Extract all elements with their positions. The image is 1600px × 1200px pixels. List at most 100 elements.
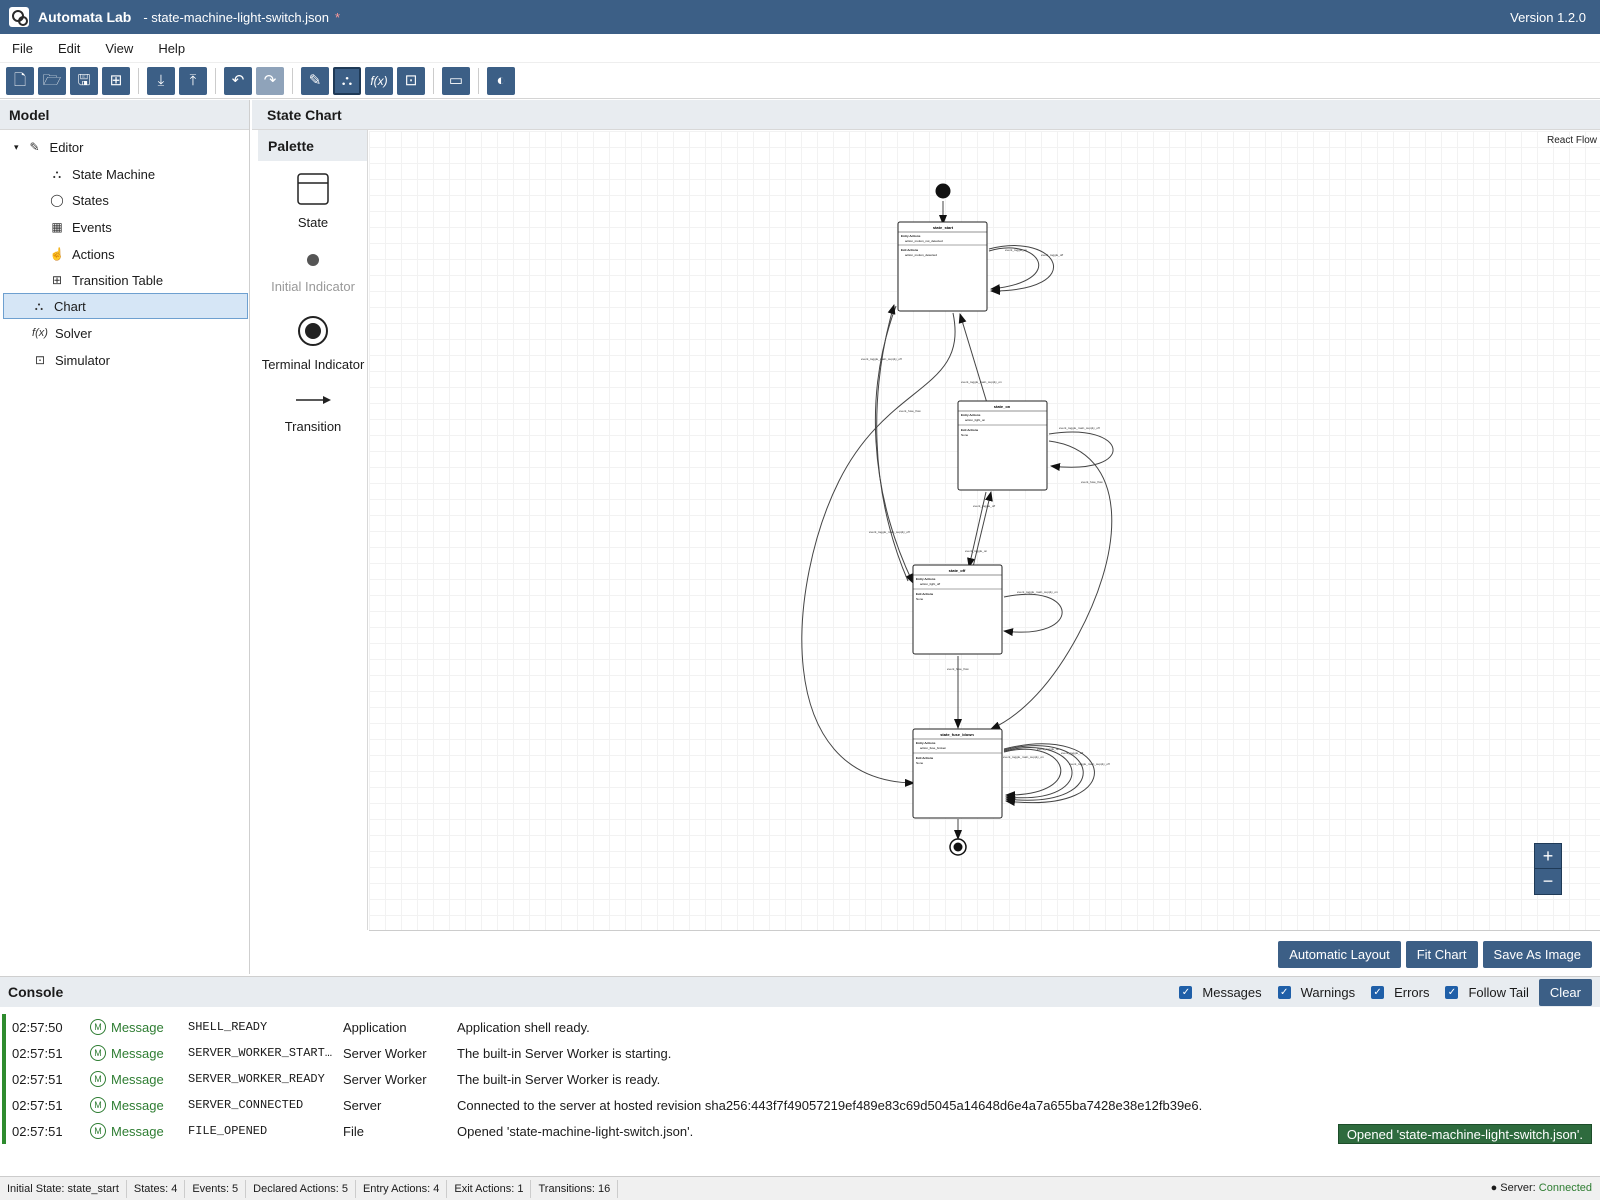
tree-item-states[interactable]: ◯ States	[49, 187, 109, 213]
chart-canvas[interactable]: React Flow state_start Entry Actions act…	[369, 131, 1600, 931]
message-badge-icon: M	[90, 1045, 106, 1061]
tree-item-label: State Machine	[72, 166, 156, 182]
state-name: state_fuse_blown	[940, 732, 974, 737]
palette-terminal-indicator[interactable]: Terminal Indicator	[258, 314, 368, 372]
tree-item-events[interactable]: ▦ Events	[49, 214, 112, 240]
filter-follow-tail[interactable]: ✓ Follow Tail	[1445, 985, 1529, 1000]
notification-toast[interactable]: Opened 'state-machine-light-switch.json'…	[1337, 1124, 1592, 1144]
checkbox-checked-icon[interactable]: ✓	[1371, 986, 1385, 999]
fit-chart-button[interactable]: Fit Chart	[1405, 941, 1478, 968]
filter-messages[interactable]: ✓ Messages	[1179, 985, 1262, 1000]
exit-title: Exit Actions	[916, 756, 934, 760]
clear-console-button[interactable]: Clear	[1538, 979, 1592, 1006]
theme-toggle-icon: ◐	[496, 72, 506, 89]
edge-label: event_toggle_on	[1037, 747, 1060, 751]
menu-edit[interactable]: Edit	[45, 41, 93, 56]
import-button[interactable]: ⤓	[147, 66, 175, 95]
status-initial-state: Initial State: state_start	[0, 1179, 127, 1198]
tree-item-label: States	[72, 192, 109, 208]
log-time: 02:57:51	[12, 1071, 63, 1087]
import-icon: ⤓	[157, 72, 165, 89]
filter-label: Messages	[1202, 985, 1262, 1000]
chart-actions: Automatic Layout Fit Chart Save As Image	[1273, 941, 1592, 968]
model-panel: Model ▾ ✎ Editor ⛬ State Machine ◯ State…	[0, 100, 250, 974]
zoom-in-button[interactable]: +	[1535, 844, 1561, 869]
chart-icon: ⛬	[34, 298, 44, 313]
log-source: File	[343, 1123, 364, 1139]
tree-item-solver[interactable]: f(x) Solver	[32, 320, 92, 346]
theme-toggle-button[interactable]: ◐	[487, 66, 515, 95]
console-row[interactable]: 02:57:51 M Message SERVER_WORKER_READY Se…	[2, 1066, 1598, 1092]
export-icon: ⤒	[189, 72, 197, 89]
checkbox-checked-icon[interactable]: ✓	[1445, 986, 1459, 999]
menu-file[interactable]: File	[0, 41, 46, 56]
table-icon: ⊞	[51, 273, 63, 287]
palette-transition[interactable]: Transition	[258, 390, 368, 434]
console-row[interactable]: 02:57:51 M Message SERVER_WORKER_START… S…	[2, 1040, 1598, 1066]
filter-warnings[interactable]: ✓ Warnings	[1277, 985, 1355, 1000]
log-time: 02:57:51	[12, 1123, 63, 1139]
tree-item-simulator[interactable]: ⊡ Simulator	[32, 347, 110, 373]
console-row[interactable]: 02:57:51 M Message SERVER_CONNECTED Serve…	[2, 1092, 1598, 1118]
exit-action: None	[916, 761, 924, 765]
tree-item-actions[interactable]: ☝ Actions	[49, 241, 115, 267]
entry-action: action_light_on	[965, 418, 986, 422]
status-declared-actions: Declared Actions: 5	[246, 1179, 356, 1198]
log-level: M Message	[90, 1123, 164, 1139]
menu-help[interactable]: Help	[145, 41, 198, 56]
filter-errors[interactable]: ✓ Errors	[1371, 985, 1429, 1000]
exit-action: None	[961, 433, 969, 437]
chart-icon: ⛬	[341, 72, 353, 89]
palette-state[interactable]: State	[258, 172, 368, 230]
zoom-out-button[interactable]: −	[1535, 869, 1561, 894]
state-node-fuse-blown: state_fuse_blown Entry Actions action_fu…	[912, 728, 1003, 819]
model-panel-title: Model	[0, 100, 249, 130]
tree-item-editor[interactable]: ▾ ✎ Editor	[14, 134, 84, 160]
toolbar-separator	[138, 67, 139, 94]
tree-item-transition-table[interactable]: ⊞ Transition Table	[49, 267, 163, 293]
palette-initial-indicator[interactable]: Initial Indicator	[258, 250, 368, 294]
palette-item-label: Transition	[284, 419, 342, 434]
tree-item-state-machine[interactable]: ⛬ State Machine	[49, 161, 155, 187]
window-button[interactable]: ▭	[442, 66, 470, 95]
message-badge-icon: M	[90, 1123, 106, 1139]
app-name: Automata Lab	[38, 9, 132, 25]
edge-label: event_toggle_main_supply_on	[1017, 590, 1058, 594]
message-badge-icon: M	[90, 1097, 106, 1113]
automatic-layout-button[interactable]: Automatic Layout	[1278, 941, 1401, 968]
editor-view-button[interactable]: ✎	[301, 66, 329, 95]
initial-dot-icon	[307, 254, 319, 266]
unsaved-indicator: *	[335, 9, 341, 25]
save-as-image-button[interactable]: Save As Image	[1482, 941, 1592, 968]
edge-label: event_toggle_main_supply_on	[961, 380, 1002, 384]
console-row[interactable]: 02:57:50 M Message SHELL_READY Applicatio…	[2, 1014, 1598, 1040]
log-level: M Message	[90, 1045, 164, 1061]
log-level: M Message	[90, 1097, 164, 1113]
edge-label: event_fuse_flow	[1081, 480, 1104, 484]
solver-view-button[interactable]: f(x)	[365, 66, 393, 95]
log-code: SERVER_WORKER_READY	[188, 1072, 325, 1086]
chart-view-button[interactable]: ⛬	[333, 66, 361, 95]
transition-edge	[1003, 593, 1063, 637]
redo-button[interactable]: ↷	[256, 66, 284, 95]
simulator-view-button[interactable]: ⊡	[397, 66, 425, 95]
collapse-toggle-icon[interactable]: ▾	[14, 142, 19, 153]
transition-edge	[988, 247, 1040, 293]
chart-area: State Chart Palette State Initial Indica…	[252, 100, 1600, 974]
menu-view[interactable]: View	[92, 41, 146, 56]
save-as-button[interactable]: ⊞	[102, 66, 130, 95]
tree-item-chart[interactable]: ⛬ Chart	[3, 293, 248, 319]
checkbox-checked-icon[interactable]: ✓	[1277, 986, 1291, 999]
console-header: Console ✓ Messages ✓ Warnings ✓ Errors ✓ Fol…	[0, 977, 1600, 1007]
export-button[interactable]: ⤒	[179, 66, 207, 95]
simulator-icon: ⊡	[404, 72, 418, 89]
new-file-button[interactable]: 🗋	[6, 66, 34, 95]
window-icon: ▭	[448, 72, 464, 89]
tree-item-label: Events	[72, 219, 112, 235]
checkbox-checked-icon[interactable]: ✓	[1179, 986, 1193, 999]
tree-item-label: Solver	[55, 325, 92, 341]
open-button[interactable]: 🗁	[38, 66, 66, 95]
undo-button[interactable]: ↶	[224, 66, 252, 95]
message-badge-icon: M	[90, 1071, 106, 1087]
save-button[interactable]: 🖫	[70, 66, 98, 95]
